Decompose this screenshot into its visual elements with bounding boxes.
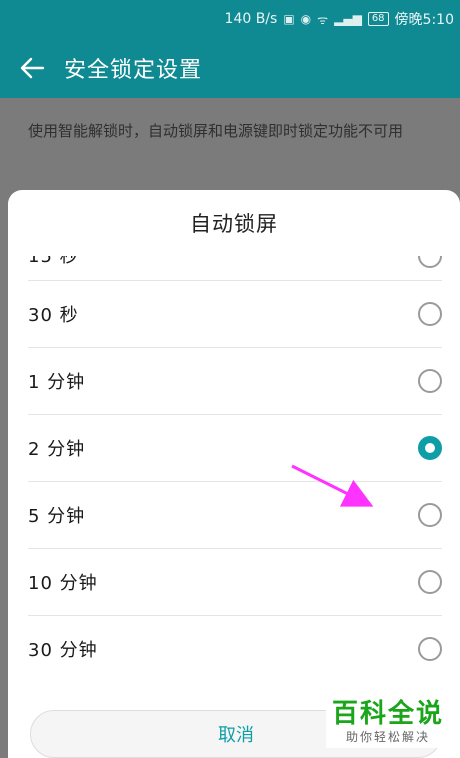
option-10-minutes[interactable]: 10 分钟 — [28, 549, 442, 616]
option-label: 2 分钟 — [28, 439, 86, 460]
hd-icon: ▣ — [283, 12, 295, 26]
option-15-seconds[interactable]: 15 秒 — [28, 256, 442, 281]
auto-lock-dialog: 自动锁屏 15 秒 30 秒 1 分钟 2 分钟 5 分钟 10 分钟 30 分… — [8, 190, 460, 758]
watermark-logo: 百科全说 助你轻松解决 — [326, 696, 450, 748]
option-label: 15 秒 — [28, 256, 79, 267]
status-bar: 140 B/s ▣ ◉ ᯤ ▂▄▆ 68 傍晚5:10 — [0, 0, 460, 38]
option-label: 30 秒 — [28, 305, 79, 326]
battery-level: 68 — [371, 13, 385, 24]
back-button[interactable] — [0, 38, 64, 98]
radio-button[interactable] — [418, 302, 442, 326]
radio-button[interactable] — [418, 369, 442, 393]
dialog-title: 自动锁屏 — [190, 212, 278, 236]
arrow-left-icon — [20, 57, 45, 79]
option-5-minutes[interactable]: 5 分钟 — [28, 482, 442, 549]
radio-button[interactable] — [418, 637, 442, 661]
radio-button[interactable] — [418, 256, 442, 268]
app-bar: 安全锁定设置 — [0, 38, 460, 98]
radio-button-selected[interactable] — [418, 436, 442, 460]
option-2-minutes[interactable]: 2 分钟 — [28, 415, 442, 482]
option-30-seconds[interactable]: 30 秒 — [28, 281, 442, 348]
network-speed: 140 B/s — [224, 11, 278, 27]
page-title: 安全锁定设置 — [64, 58, 203, 83]
radio-button[interactable] — [418, 503, 442, 527]
wifi-icon: ᯤ — [317, 12, 329, 27]
option-30-minutes[interactable]: 30 分钟 — [28, 616, 442, 682]
option-label: 1 分钟 — [28, 372, 86, 393]
auto-lock-options-list[interactable]: 15 秒 30 秒 1 分钟 2 分钟 5 分钟 10 分钟 30 分钟 — [8, 256, 460, 686]
option-label: 10 分钟 — [28, 573, 98, 594]
radio-button[interactable] — [418, 570, 442, 594]
option-label: 30 分钟 — [28, 640, 98, 661]
battery-icon: 68 — [367, 12, 389, 26]
clock: 傍晚5:10 — [394, 12, 454, 28]
4g-signal-icon: ▂▄▆ — [334, 12, 362, 26]
option-label: 5 分钟 — [28, 506, 86, 527]
eye-icon: ◉ — [300, 12, 312, 26]
watermark-sub-text: 助你轻松解决 — [345, 729, 430, 744]
watermark-main-text: 百科全说 — [331, 698, 444, 729]
option-1-minute[interactable]: 1 分钟 — [28, 348, 442, 415]
smart-unlock-notice: 使用智能解锁时，自动锁屏和电源键即时锁定功能不可用 — [28, 122, 404, 140]
